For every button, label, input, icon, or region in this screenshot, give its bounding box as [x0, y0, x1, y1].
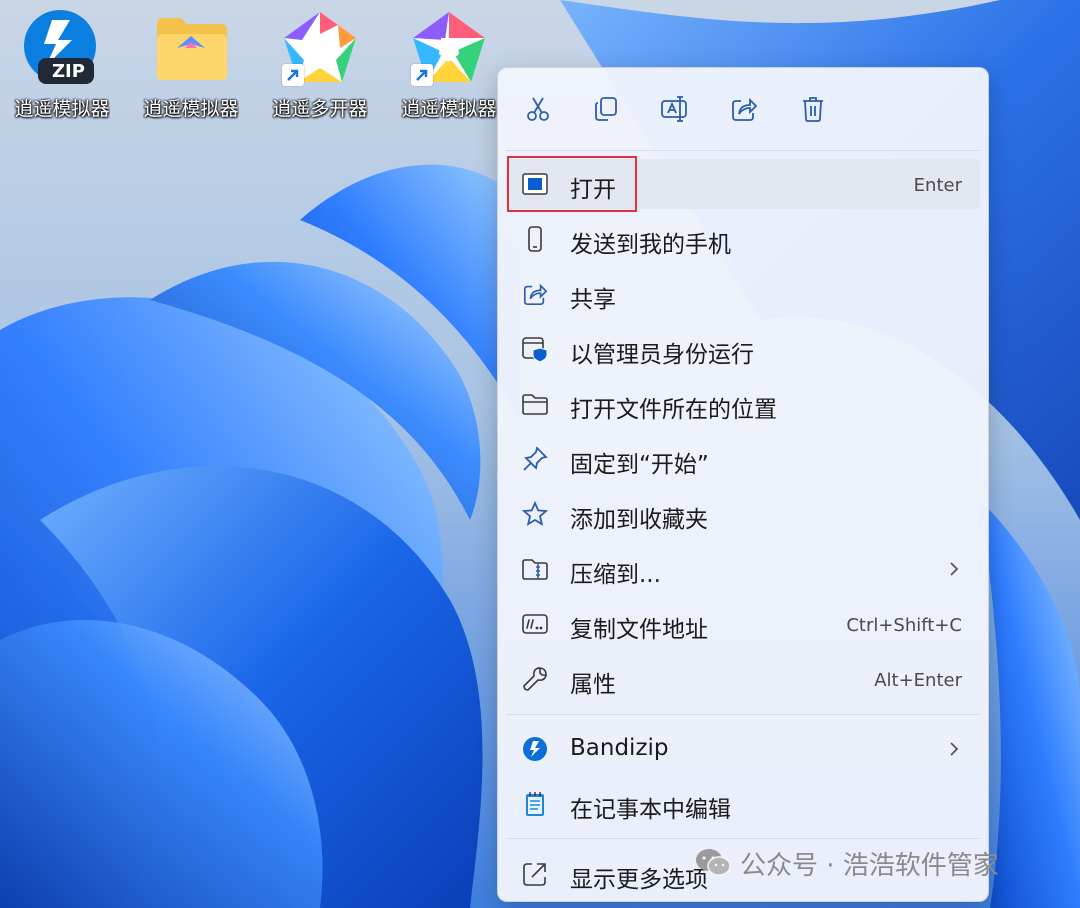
menu-item-share[interactable]: 共享	[506, 269, 980, 319]
rename-button[interactable]	[655, 90, 695, 128]
context-menu: 打开 Enter 发送到我的手机 共享 以管理员身份运行 打开文件所在的位置 固…	[497, 67, 989, 902]
menu-item-label: 压缩到...	[570, 562, 661, 588]
folder-icon	[151, 8, 231, 88]
desktop-icon-label: 逍遥多开器	[272, 98, 368, 120]
wechat-icon	[696, 849, 731, 876]
menu-item-copy-file-path[interactable]: 复制文件地址 Ctrl+Shift+C	[506, 599, 980, 649]
menu-item-label: 发送到我的手机	[570, 232, 731, 258]
quick-actions-bar	[498, 68, 988, 150]
desktop-icon-xiaoyao-folder[interactable]: 逍遥模拟器	[132, 8, 250, 126]
menu-item-add-to-favorites[interactable]: 添加到收藏夹	[506, 489, 980, 539]
menu-item-label: 在记事本中编辑	[570, 797, 731, 823]
admin-shield-icon	[522, 336, 548, 362]
notepad-icon	[522, 791, 548, 817]
menu-item-label: 共享	[570, 287, 616, 313]
bandizip-icon	[522, 736, 548, 762]
menu-item-send-to-phone[interactable]: 发送到我的手机	[506, 214, 980, 264]
menu-item-shortcut: Ctrl+Shift+C	[846, 615, 962, 636]
desktop-icon-xiaoyao-zip[interactable]: ZIP 逍遥模拟器	[3, 8, 121, 126]
share-icon	[522, 281, 548, 307]
desktop-icon-label: 逍遥模拟器	[143, 98, 239, 120]
menu-item-bandizip[interactable]: Bandizip	[506, 724, 980, 774]
cut-icon	[527, 97, 549, 121]
menu-item-compress-to[interactable]: 压缩到...	[506, 544, 980, 594]
menu-item-open[interactable]: 打开 Enter	[506, 159, 980, 209]
delete-button[interactable]	[793, 90, 833, 128]
desktop-icon-label: 逍遥模拟器	[14, 98, 110, 120]
chevron-right-icon	[950, 562, 959, 576]
menu-item-label: 打开文件所在的位置	[570, 397, 777, 423]
menu-divider	[506, 838, 980, 839]
rename-icon	[661, 96, 687, 122]
menu-item-label: 复制文件地址	[570, 617, 708, 643]
menu-divider	[506, 714, 980, 715]
open-window-icon	[522, 171, 548, 197]
menu-item-edit-in-notepad[interactable]: 在记事本中编辑	[506, 779, 980, 829]
share-button[interactable]	[724, 90, 764, 128]
folder-icon	[522, 391, 548, 417]
xiaoyao-multi-opener-icon	[280, 8, 360, 88]
shortcut-arrow-icon	[411, 64, 433, 86]
menu-item-label: 打开	[570, 177, 616, 203]
menu-item-run-as-admin[interactable]: 以管理员身份运行	[506, 324, 980, 374]
pin-icon	[522, 446, 548, 472]
menu-item-label: 固定到“开始”	[570, 452, 709, 478]
menu-item-properties[interactable]: 属性 Alt+Enter	[506, 654, 980, 704]
copy-button[interactable]	[586, 90, 626, 128]
menu-divider	[506, 150, 980, 151]
more-options-icon	[522, 861, 548, 887]
path-icon	[522, 611, 548, 637]
bandizip-zip-icon: ZIP	[22, 8, 102, 88]
menu-item-shortcut: Alt+Enter	[874, 670, 962, 691]
star-icon	[522, 501, 548, 527]
menu-item-label: 属性	[570, 672, 616, 698]
desktop-icon-label: 逍遥模拟器	[401, 98, 497, 120]
menu-item-label: 以管理员身份运行	[570, 342, 754, 368]
wrench-icon	[522, 666, 548, 692]
zip-badge-text: ZIP	[52, 61, 85, 82]
zip-folder-icon	[522, 556, 548, 582]
menu-item-label: Bandizip	[570, 735, 669, 761]
menu-item-open-file-location[interactable]: 打开文件所在的位置	[506, 379, 980, 429]
copy-icon	[595, 97, 617, 121]
shortcut-arrow-icon	[282, 64, 304, 86]
share-icon	[732, 97, 758, 121]
delete-icon	[803, 97, 823, 122]
menu-item-shortcut: Enter	[913, 175, 962, 196]
menu-item-label: 添加到收藏夹	[570, 507, 708, 533]
desktop-icon-xiaoyao-multi[interactable]: 逍遥多开器	[261, 8, 379, 126]
cut-button[interactable]	[518, 90, 558, 128]
chevron-right-icon	[950, 742, 959, 756]
menu-item-pin-to-start[interactable]: 固定到“开始”	[506, 434, 980, 484]
watermark: 公众号 · 浩浩软件管家	[694, 843, 999, 883]
menu-item-label: 显示更多选项	[570, 867, 708, 893]
watermark-text: 公众号 · 浩浩软件管家	[740, 850, 999, 881]
phone-icon	[522, 226, 548, 252]
xiaoyao-emulator-icon	[409, 8, 489, 88]
desktop-icon-xiaoyao-emulator[interactable]: 逍遥模拟器	[390, 8, 508, 126]
